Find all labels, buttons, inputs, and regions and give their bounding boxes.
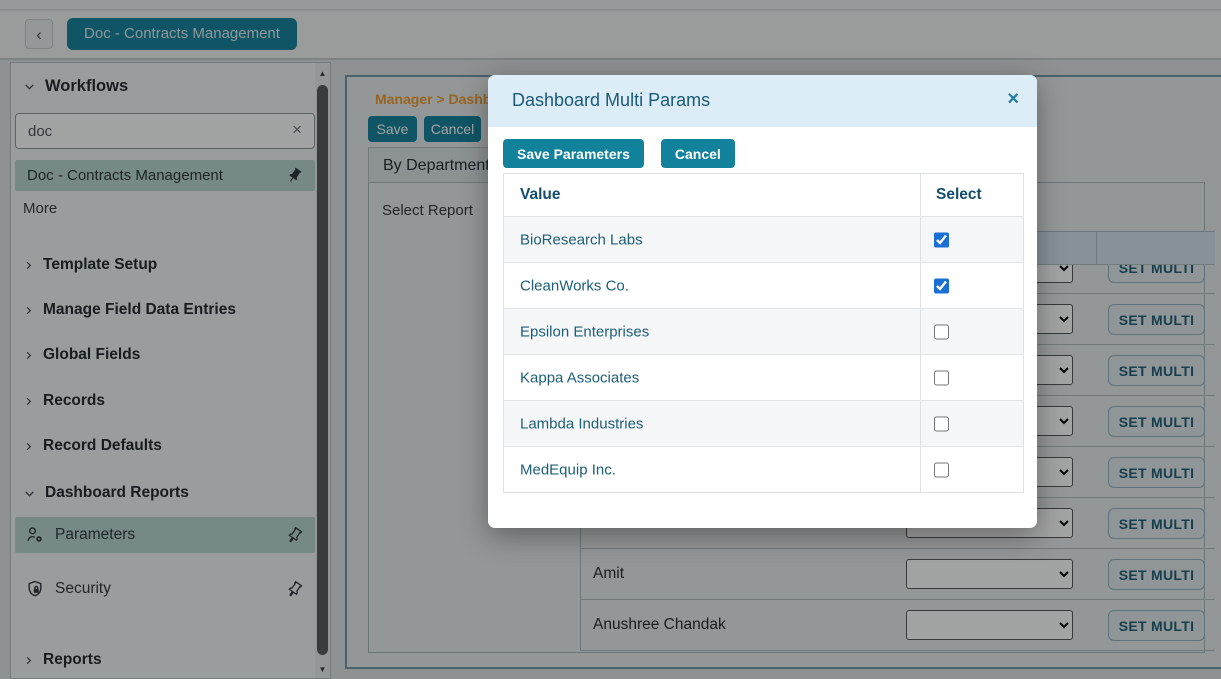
param-option-label: MedEquip Inc. — [520, 461, 616, 478]
param-option-row: CleanWorks Co. — [504, 262, 1023, 308]
param-select-cell — [920, 263, 1024, 308]
param-option-row: Kappa Associates — [504, 354, 1023, 400]
save-parameters-button[interactable]: Save Parameters — [503, 139, 644, 168]
modal-cancel-button[interactable]: Cancel — [661, 139, 735, 168]
close-icon[interactable]: × — [1007, 88, 1019, 111]
param-select-cell — [920, 447, 1024, 492]
modal-header: Dashboard Multi Params × — [488, 75, 1037, 127]
param-select-cell — [920, 355, 1024, 400]
param-option-label: Epsilon Enterprises — [520, 323, 649, 340]
app-window: ‹ Doc - Contracts Management Workflows ×… — [0, 0, 1221, 679]
param-option-checkbox[interactable] — [934, 232, 949, 247]
param-select-cell — [920, 309, 1024, 354]
param-option-label: Kappa Associates — [520, 369, 639, 386]
param-option-checkbox[interactable] — [934, 462, 949, 477]
param-option-row: Epsilon Enterprises — [504, 308, 1023, 354]
param-option-row: MedEquip Inc. — [504, 446, 1023, 492]
dashboard-multi-params-modal: Dashboard Multi Params × Save Parameters… — [488, 75, 1037, 528]
column-header-value: Value — [520, 186, 561, 204]
param-option-label: BioResearch Labs — [520, 231, 643, 248]
param-option-checkbox[interactable] — [934, 416, 949, 431]
param-option-label: Lambda Industries — [520, 415, 643, 432]
param-select-cell — [920, 217, 1024, 262]
multi-params-table: Value Select BioResearch Labs CleanWorks … — [503, 173, 1024, 493]
multi-params-table-header: Value Select — [504, 174, 1023, 216]
modal-title: Dashboard Multi Params — [512, 90, 710, 111]
param-option-checkbox[interactable] — [934, 370, 949, 385]
param-option-label: CleanWorks Co. — [520, 277, 629, 294]
param-select-cell — [920, 401, 1024, 446]
param-option-checkbox[interactable] — [934, 324, 949, 339]
param-option-checkbox[interactable] — [934, 278, 949, 293]
param-option-row: BioResearch Labs — [504, 216, 1023, 262]
param-option-row: Lambda Industries — [504, 400, 1023, 446]
